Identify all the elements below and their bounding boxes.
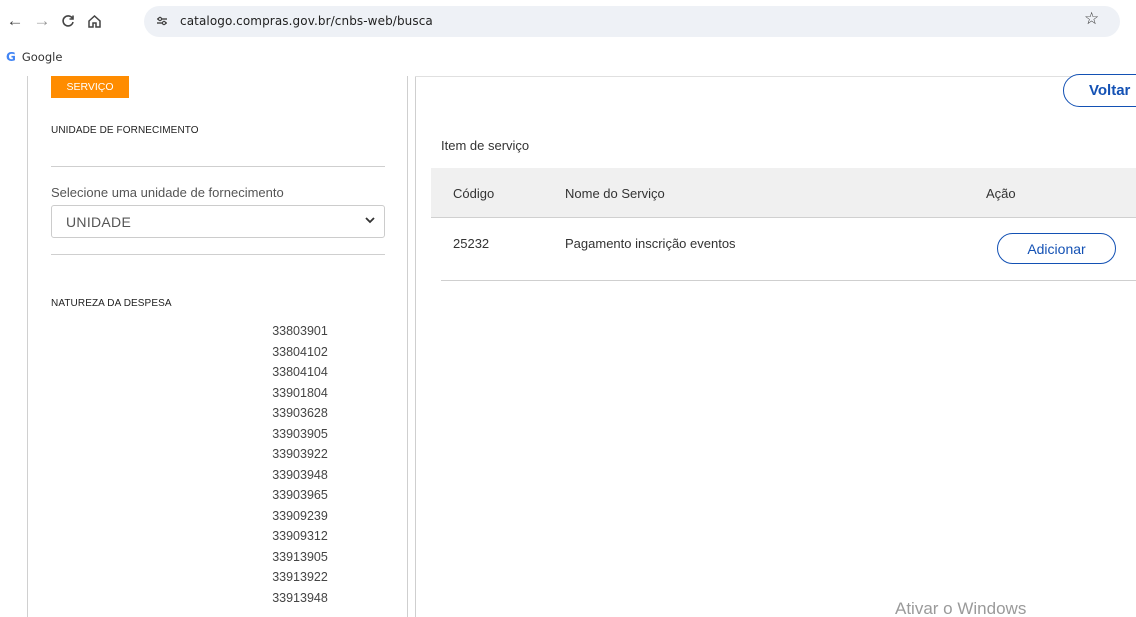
expense-code: 33913905 <box>272 549 328 564</box>
supply-unit-heading: UNIDADE DE FORNECIMENTO <box>51 125 199 136</box>
back-button[interactable]: Voltar <box>1063 74 1136 107</box>
divider <box>51 254 385 255</box>
expense-code: 33909239 <box>272 508 328 523</box>
row-service-name: Pagamento inscrição eventos <box>565 236 736 251</box>
url-text[interactable]: catalogo.compras.gov.br/cnbs-web/busca <box>180 14 433 28</box>
back-arrow-icon[interactable]: ← <box>4 10 26 32</box>
expense-code: 33901804 <box>272 385 328 400</box>
site-info-icon[interactable] <box>152 11 172 31</box>
bookmark-google[interactable]: G Google <box>6 50 62 64</box>
expense-code: 33804102 <box>272 344 328 359</box>
content-top-border <box>415 76 1136 77</box>
add-button[interactable]: Adicionar <box>997 233 1116 264</box>
row-code: 25232 <box>453 236 490 251</box>
expense-code: 33803901 <box>272 324 328 338</box>
divider <box>51 166 385 167</box>
service-type-tag: SERVIÇO <box>51 76 129 98</box>
left-panel-border <box>27 76 28 617</box>
sidebar-divider <box>407 76 408 617</box>
chevron-down-icon <box>365 217 375 224</box>
expense-nature-heading: NATUREZA DA DESPESA <box>51 298 172 309</box>
expense-code-list: 33803901 33804102 33804104 33901804 3390… <box>240 321 360 608</box>
google-g-icon: G <box>6 50 16 64</box>
supply-unit-value: UNIDADE <box>66 214 132 230</box>
expense-code: 33913948 <box>272 590 328 605</box>
bookmark-label: Google <box>21 50 63 64</box>
expense-code: 33909312 <box>272 529 328 543</box>
section-title: Item de serviço <box>441 138 530 153</box>
sidebar-divider <box>415 76 416 617</box>
windows-activation-watermark: Ativar o Windows <box>895 599 1027 617</box>
expense-code: 33913922 <box>272 570 328 584</box>
bookmarks-bar: G Google <box>0 44 1136 72</box>
home-icon[interactable] <box>83 10 105 32</box>
column-header-action: Ação <box>986 186 1016 201</box>
expense-code: 33903628 <box>272 406 328 420</box>
browser-toolbar: ← → catalogo.compras.gov.br/cnbs-web/bus… <box>0 0 1136 44</box>
forward-arrow-icon[interactable]: → <box>31 10 53 32</box>
supply-unit-select[interactable]: UNIDADE <box>51 205 385 238</box>
expense-code: 33903965 <box>272 488 328 502</box>
bookmark-star-icon[interactable]: ☆ <box>1084 9 1099 29</box>
column-header-code: Código <box>453 186 495 201</box>
expense-code: 33804104 <box>272 365 328 379</box>
expense-code: 33903948 <box>272 467 328 482</box>
supply-unit-label: Selecione uma unidade de fornecimento <box>51 185 284 200</box>
table-header: Código Nome do Serviço Ação <box>431 168 1136 218</box>
expense-code: 33903922 <box>272 447 328 461</box>
expense-code: 33903905 <box>272 426 328 441</box>
address-bar[interactable]: catalogo.compras.gov.br/cnbs-web/busca <box>144 6 1120 37</box>
browser-menu-icon[interactable]: ⋮ <box>1130 12 1136 32</box>
column-header-name: Nome do Serviço <box>565 186 665 201</box>
reload-icon[interactable] <box>57 10 79 32</box>
